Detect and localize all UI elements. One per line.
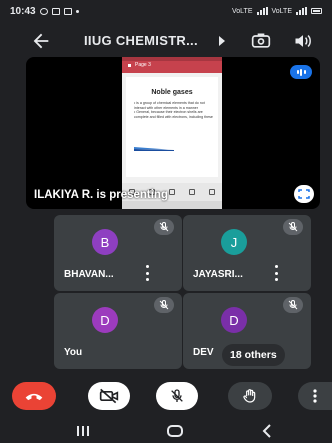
presentation-view[interactable]: Page 3 Noble gases • is a group of chemi… [26,57,320,209]
meeting-title[interactable]: IIUG CHEMISTR... [84,33,198,48]
tool-icon [169,189,175,195]
end-call-button[interactable] [12,382,56,410]
more-options-button[interactable] [298,382,332,410]
slide-bullet: • is a group of chemical elements that d… [134,101,205,110]
more-notifications-icon [75,9,79,13]
camera-toggle-button[interactable] [88,382,130,410]
switch-camera-icon[interactable] [251,32,271,50]
more-vert-icon[interactable] [271,265,281,281]
meet-call-screen: 10:43 VoLTE VoLTE IIUG CHEMISTR... Page … [0,0,332,443]
participant-tile-self[interactable]: D You [54,293,182,369]
mic-toggle-button[interactable] [156,382,198,410]
videocam-off-icon [99,388,119,404]
phone-hangup-icon [25,393,43,401]
mic-off-icon [171,389,183,402]
mic-off-icon [154,297,174,313]
slide-graphic [134,147,174,151]
mic-off-icon [283,219,303,235]
tool-icon [209,189,215,195]
whatsapp-notification-icon [39,7,48,15]
signal-2-icon [296,7,307,15]
caret-right-icon[interactable] [219,36,225,46]
status-time: 10:43 [10,5,36,17]
status-bar: 10:43 VoLTE VoLTE [0,0,332,22]
others-count-badge[interactable]: 18 others [222,344,285,366]
home-icon[interactable] [166,423,184,439]
participant-name: DEV [193,347,214,358]
speaking-indicator-icon [290,65,312,79]
signal-1-icon [256,7,268,15]
slide-bullets: • is a group of chemical elements that d… [134,101,214,119]
battery-icon [311,8,322,14]
shared-screen: Page 3 Noble gases • is a group of chemi… [122,57,222,209]
fullscreen-icon [298,189,310,199]
presenter-label: ILAKIYA R. is presenting [34,189,168,201]
more-vert-icon[interactable] [142,265,152,281]
tool-icon [189,189,195,195]
participant-name: BHAVAN... [64,269,114,280]
participant-tile[interactable]: J JAYASRI... [183,215,311,291]
back-nav-icon[interactable] [258,423,276,439]
participant-name: You [64,347,83,358]
system-nav-bar [0,420,332,443]
avatar: J [221,229,247,255]
slide-bullet: • General, because their electron shells… [134,110,213,119]
raise-hand-button[interactable] [228,382,272,410]
slide-nav-bar [122,201,222,209]
avatar: B [92,229,118,255]
slide-status-bar [122,57,222,61]
menu-icon [128,63,131,67]
participant-name: JAYASRI... [193,269,243,280]
avatar: D [221,307,247,333]
speaker-icon[interactable] [293,32,313,50]
image-notification-icon [51,7,60,15]
avatar: D [92,307,118,333]
network-label-1: VoLTE [232,7,253,15]
call-controls [0,372,332,420]
slide-title: Noble gases [151,89,193,96]
recent-apps-icon[interactable] [74,423,92,439]
mail-notification-icon [63,7,72,15]
hand-icon [243,389,256,403]
more-vert-icon [313,389,317,403]
mic-off-icon [283,297,303,313]
network-label-2: VoLTE [271,7,293,15]
fullscreen-button[interactable] [294,185,314,203]
participant-tile[interactable]: B BHAVAN... [54,215,182,291]
mic-off-icon [154,219,174,235]
app-bar: IIUG CHEMISTR... [0,26,332,56]
slide-app-header-label: Page 3 [135,62,151,68]
arrow-left-icon[interactable] [30,30,52,52]
